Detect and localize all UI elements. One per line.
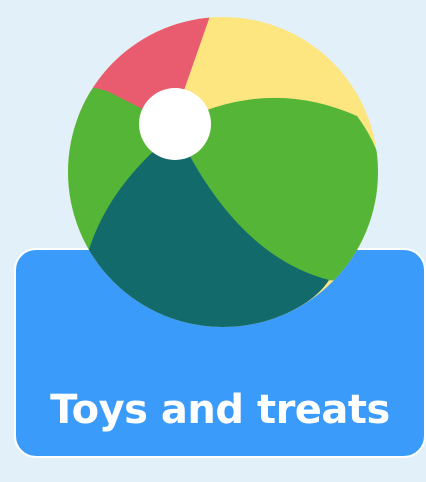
beach-ball-icon: [68, 17, 378, 327]
ball-cap: [139, 88, 211, 160]
category-label: Toys and treats: [50, 387, 390, 433]
